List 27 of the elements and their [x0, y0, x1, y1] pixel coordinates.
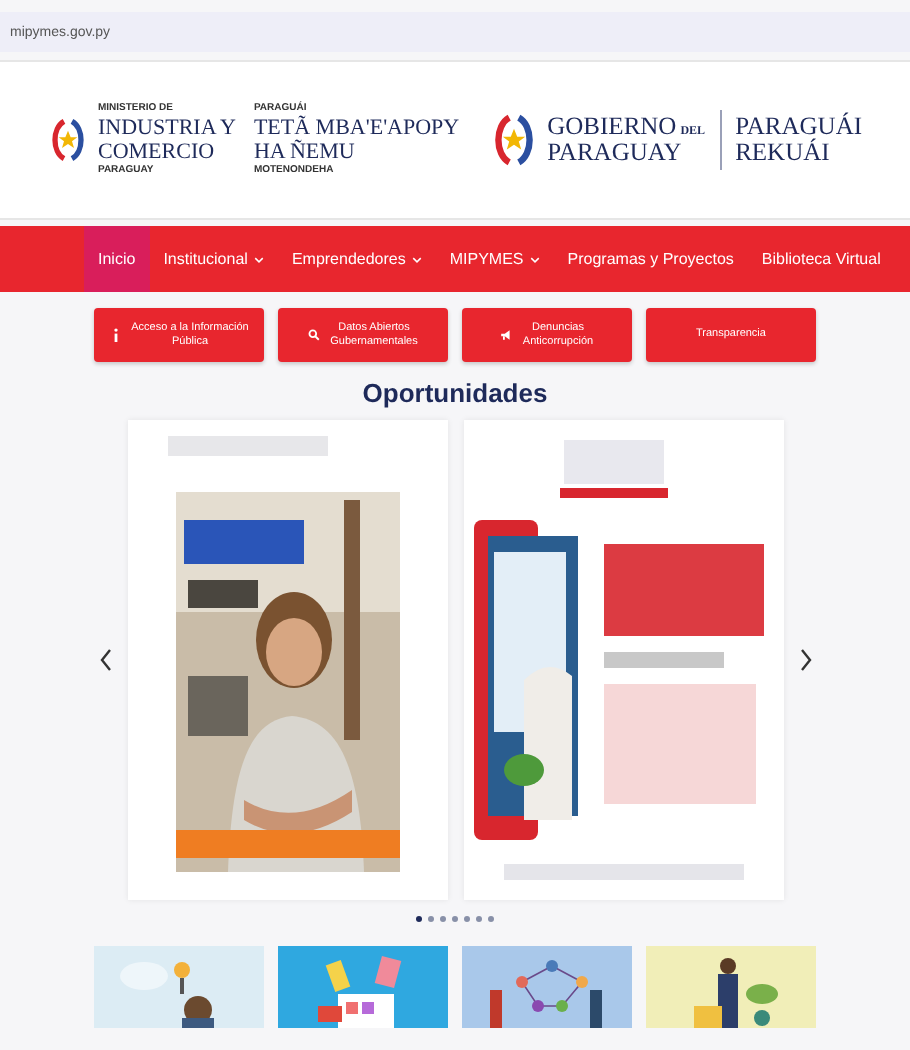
- nav-link[interactable]: Institucional: [149, 226, 278, 292]
- government-slogan: PARAGUÁI: [735, 114, 863, 140]
- government-slogan: REKUÁI: [735, 140, 832, 166]
- ministry-name: INDUSTRIA Y: [97, 116, 236, 140]
- megaphone-icon: [500, 328, 513, 342]
- section-title: Oportunidades: [360, 378, 550, 410]
- carousel-dot[interactable]: [476, 916, 482, 922]
- government-country: PARAGUAY: [547, 140, 684, 166]
- carousel-dot[interactable]: [428, 916, 434, 922]
- government-name: GOBIERNO: [547, 114, 677, 140]
- carousel-dot[interactable]: [440, 916, 446, 922]
- nav-link[interactable]: Inicio: [84, 226, 150, 292]
- ministry-name: TETÃ MBA'E'APOPY: [253, 116, 460, 140]
- carousel-dot[interactable]: [488, 916, 494, 922]
- nav-link[interactable]: Emprendedores: [277, 226, 436, 292]
- carousel-dot[interactable]: [416, 916, 422, 922]
- emblem-icon: [47, 116, 88, 164]
- ministry-name: HA ÑEMU: [253, 140, 357, 164]
- nav-link[interactable]: MIPYMES: [435, 226, 554, 292]
- emblem-icon: [489, 110, 538, 170]
- ministry-name: COMERCIO: [97, 140, 217, 164]
- nav-link[interactable]: Programas y Proyectos: [553, 226, 748, 292]
- search-icon: [308, 328, 321, 342]
- carousel-dot[interactable]: [464, 916, 470, 922]
- info-icon: [109, 328, 122, 342]
- carousel-dot[interactable]: [452, 916, 458, 922]
- nav-link[interactable]: Biblioteca Virtual: [747, 226, 895, 292]
